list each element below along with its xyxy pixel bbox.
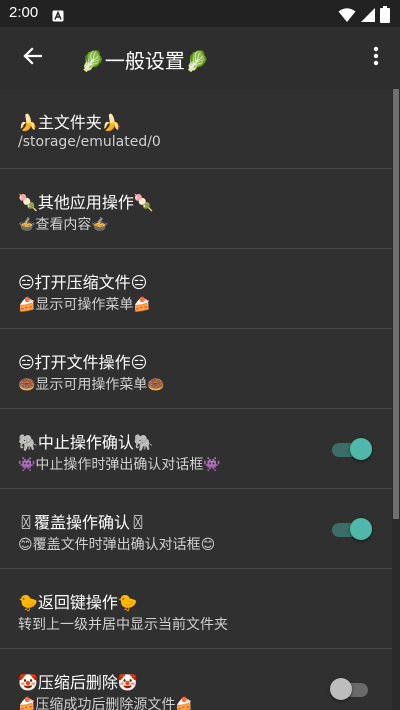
scroll-thumb[interactable] — [393, 89, 399, 519]
status-bar: 2:00 — [0, 0, 400, 27]
arrow-left-icon — [22, 46, 43, 70]
setting-subtitle: /storage/emulated/0 — [18, 134, 161, 150]
setting-subtitle: 🍰压缩成功后删除源文件🍰 — [18, 697, 193, 710]
setting-home-folder[interactable]: 🍌主文件夹🍌 /storage/emulated/0 — [0, 89, 392, 169]
setting-title: 🐘中止操作确认🐘 — [18, 433, 154, 452]
setting-subtitle: 👾中止操作时弹出确认对话框👾 — [18, 457, 221, 473]
wifi-icon — [338, 7, 356, 27]
page-title: 🥬一般设置🥬 — [80, 49, 210, 73]
setting-back-key-action[interactable]: 🐤返回键操作🐤 转到上一级并居中显示当前文件夹 — [0, 569, 392, 649]
setting-title: 🤡压缩后删除🤡 — [18, 673, 138, 692]
overwrite-confirm-toggle[interactable] — [332, 518, 372, 540]
app-bar: 🥬一般设置🥬 — [0, 27, 400, 89]
abort-confirm-toggle[interactable] — [332, 438, 372, 460]
more-vert-icon — [373, 46, 379, 70]
setting-subtitle: 🍩显示可用操作菜单🍩 — [18, 377, 165, 393]
settings-list: 🍌主文件夹🍌 /storage/emulated/0 🍡其他应用操作🍡 🍲查看内… — [0, 89, 392, 710]
toggle-thumb — [330, 678, 352, 700]
battery-icon — [380, 6, 390, 27]
signal-icon — [360, 7, 376, 27]
setting-title: 🍌主文件夹🍌 — [18, 113, 122, 132]
setting-overwrite-confirm[interactable]: 〿覆盖操作确认〿 😊覆盖文件时弹出确认对话框😊 — [0, 489, 392, 569]
status-time: 2:00 — [9, 4, 39, 21]
setting-open-file-action[interactable]: 😑打开文件操作😑 🍩显示可用操作菜单🍩 — [0, 329, 392, 409]
back-button[interactable] — [10, 36, 54, 80]
setting-title: 〿覆盖操作确认〿 — [18, 513, 147, 532]
setting-subtitle: 转到上一级并居中显示当前文件夹 — [18, 617, 228, 633]
setting-subtitle: 😊覆盖文件时弹出确认对话框😊 — [18, 537, 216, 553]
delete-after-compress-toggle[interactable] — [330, 678, 372, 700]
status-icons — [338, 6, 390, 27]
setting-title: 😑打开文件操作😑 — [18, 353, 148, 372]
more-options-button[interactable] — [356, 36, 396, 80]
settings-screen: 2:00 🥬一般设置🥬 🍌主文件夹🍌 /storage/emulated/0 🍡… — [0, 0, 400, 710]
toggle-thumb — [350, 518, 372, 540]
a-box-icon — [52, 7, 64, 26]
setting-title: 😑打开压缩文件😑 — [18, 273, 148, 292]
scrollbar[interactable] — [392, 89, 400, 710]
setting-other-app-action[interactable]: 🍡其他应用操作🍡 🍲查看内容🍲 — [0, 169, 392, 249]
setting-open-archive[interactable]: 😑打开压缩文件😑 🍰显示可操作菜单🍰 — [0, 249, 392, 329]
setting-delete-after-compress[interactable]: 🤡压缩后删除🤡 🍰压缩成功后删除源文件🍰 — [0, 649, 392, 710]
setting-title: 🐤返回键操作🐤 — [18, 593, 138, 612]
toggle-thumb — [350, 438, 372, 460]
setting-title: 🍡其他应用操作🍡 — [18, 193, 154, 212]
setting-subtitle: 🍰显示可操作菜单🍰 — [18, 297, 151, 313]
setting-subtitle: 🍲查看内容🍲 — [18, 217, 109, 233]
setting-abort-confirm[interactable]: 🐘中止操作确认🐘 👾中止操作时弹出确认对话框👾 — [0, 409, 392, 489]
